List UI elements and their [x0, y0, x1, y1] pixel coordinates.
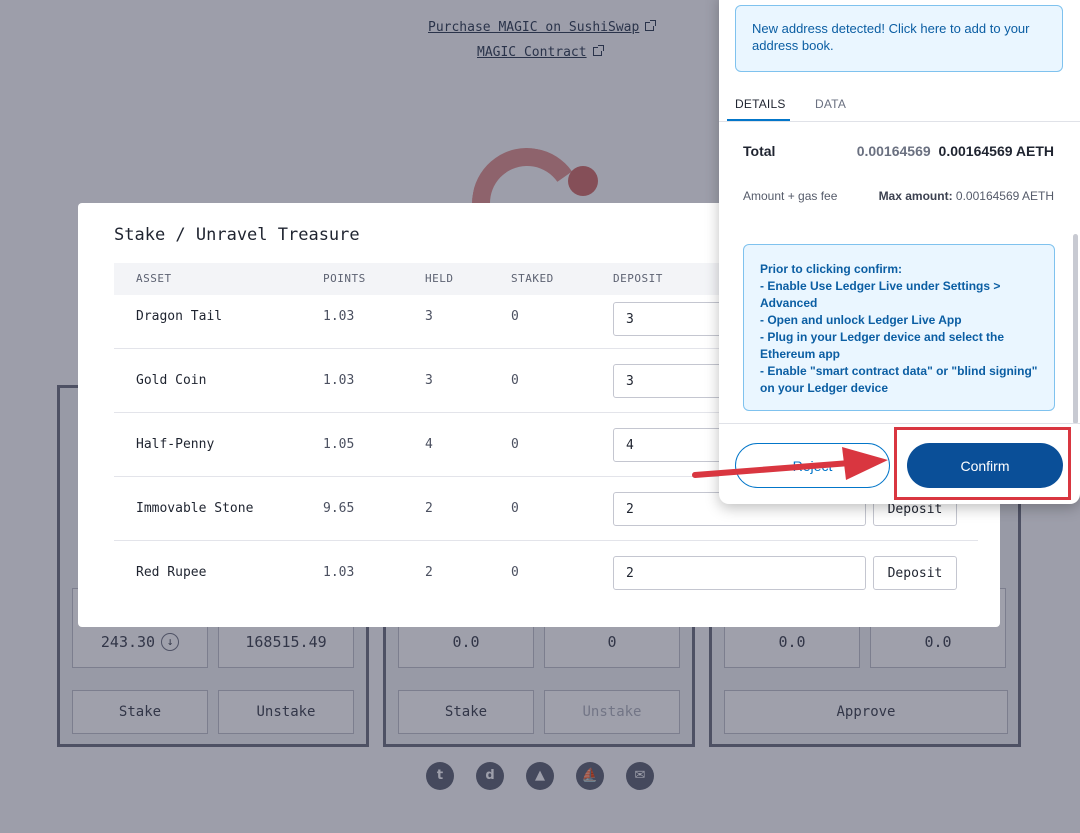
asset-held: 2 [425, 565, 433, 580]
asset-held: 4 [425, 437, 433, 452]
asset-held: 3 [425, 309, 433, 324]
wallet-tabs: DETAILS DATA [719, 86, 1080, 122]
active-tab-indicator [727, 119, 790, 121]
asset-staked: 0 [511, 437, 519, 452]
asset-name: Gold Coin [136, 373, 207, 388]
asset-name: Red Rupee [136, 565, 207, 580]
ledger-line: - Open and unlock Ledger Live App [760, 313, 962, 327]
asset-staked: 0 [511, 373, 519, 388]
asset-name: Half-Penny [136, 437, 215, 452]
ledger-line: - Enable "smart contract data" or "blind… [760, 364, 1038, 395]
asset-points: 1.03 [323, 309, 355, 324]
ledger-instructions: Prior to clicking confirm: - Enable Use … [743, 244, 1055, 411]
scrollbar[interactable] [1073, 234, 1078, 424]
asset-name: Immovable Stone [136, 501, 254, 516]
total-label: Total [743, 143, 776, 159]
highlight-box [894, 427, 1071, 500]
header-points: POINTS [323, 272, 366, 285]
asset-points: 1.05 [323, 437, 355, 452]
header-held: HELD [425, 272, 454, 285]
asset-staked: 0 [511, 309, 519, 324]
asset-held: 3 [425, 373, 433, 388]
total-crypto: 0.00164569 AETH [938, 143, 1054, 159]
asset-points: 9.65 [323, 501, 355, 516]
asset-held: 2 [425, 501, 433, 516]
tab-details[interactable]: DETAILS [735, 97, 786, 111]
max-amount: Max amount: 0.00164569 AETH [879, 189, 1054, 203]
asset-points: 1.03 [323, 373, 355, 388]
ledger-line: - Plug in your Ledger device and select … [760, 330, 1005, 361]
asset-points: 1.03 [323, 565, 355, 580]
asset-staked: 0 [511, 565, 519, 580]
total-fiat: 0.00164569 [856, 143, 931, 159]
max-amount-value: 0.00164569 AETH [955, 189, 1054, 203]
asset-name: Dragon Tail [136, 309, 223, 324]
header-staked: STAKED [511, 272, 554, 285]
new-address-notice[interactable]: New address detected! Click here to add … [735, 5, 1063, 72]
ledger-line: - Enable Use Ledger Live under Settings … [760, 279, 1001, 310]
header-asset: ASSET [136, 272, 172, 285]
deposit-button[interactable]: Deposit [873, 556, 957, 590]
asset-staked: 0 [511, 501, 519, 516]
ledger-line: Prior to clicking confirm: [760, 262, 903, 276]
table-row: Red Rupee 1.03 2 0 Deposit [114, 541, 978, 605]
total-amount: 0.00164569 0.00164569 AETH [857, 143, 1054, 159]
amount-gas-label: Amount + gas fee [743, 189, 838, 203]
max-amount-label: Max amount: [878, 189, 953, 203]
divider [719, 423, 1080, 424]
header-deposit: DEPOSIT [613, 272, 663, 285]
modal-title: Stake / Unravel Treasure [114, 225, 360, 245]
deposit-input[interactable] [613, 556, 866, 590]
tab-data[interactable]: DATA [815, 97, 846, 111]
pointer-arrow-icon [692, 447, 888, 480]
